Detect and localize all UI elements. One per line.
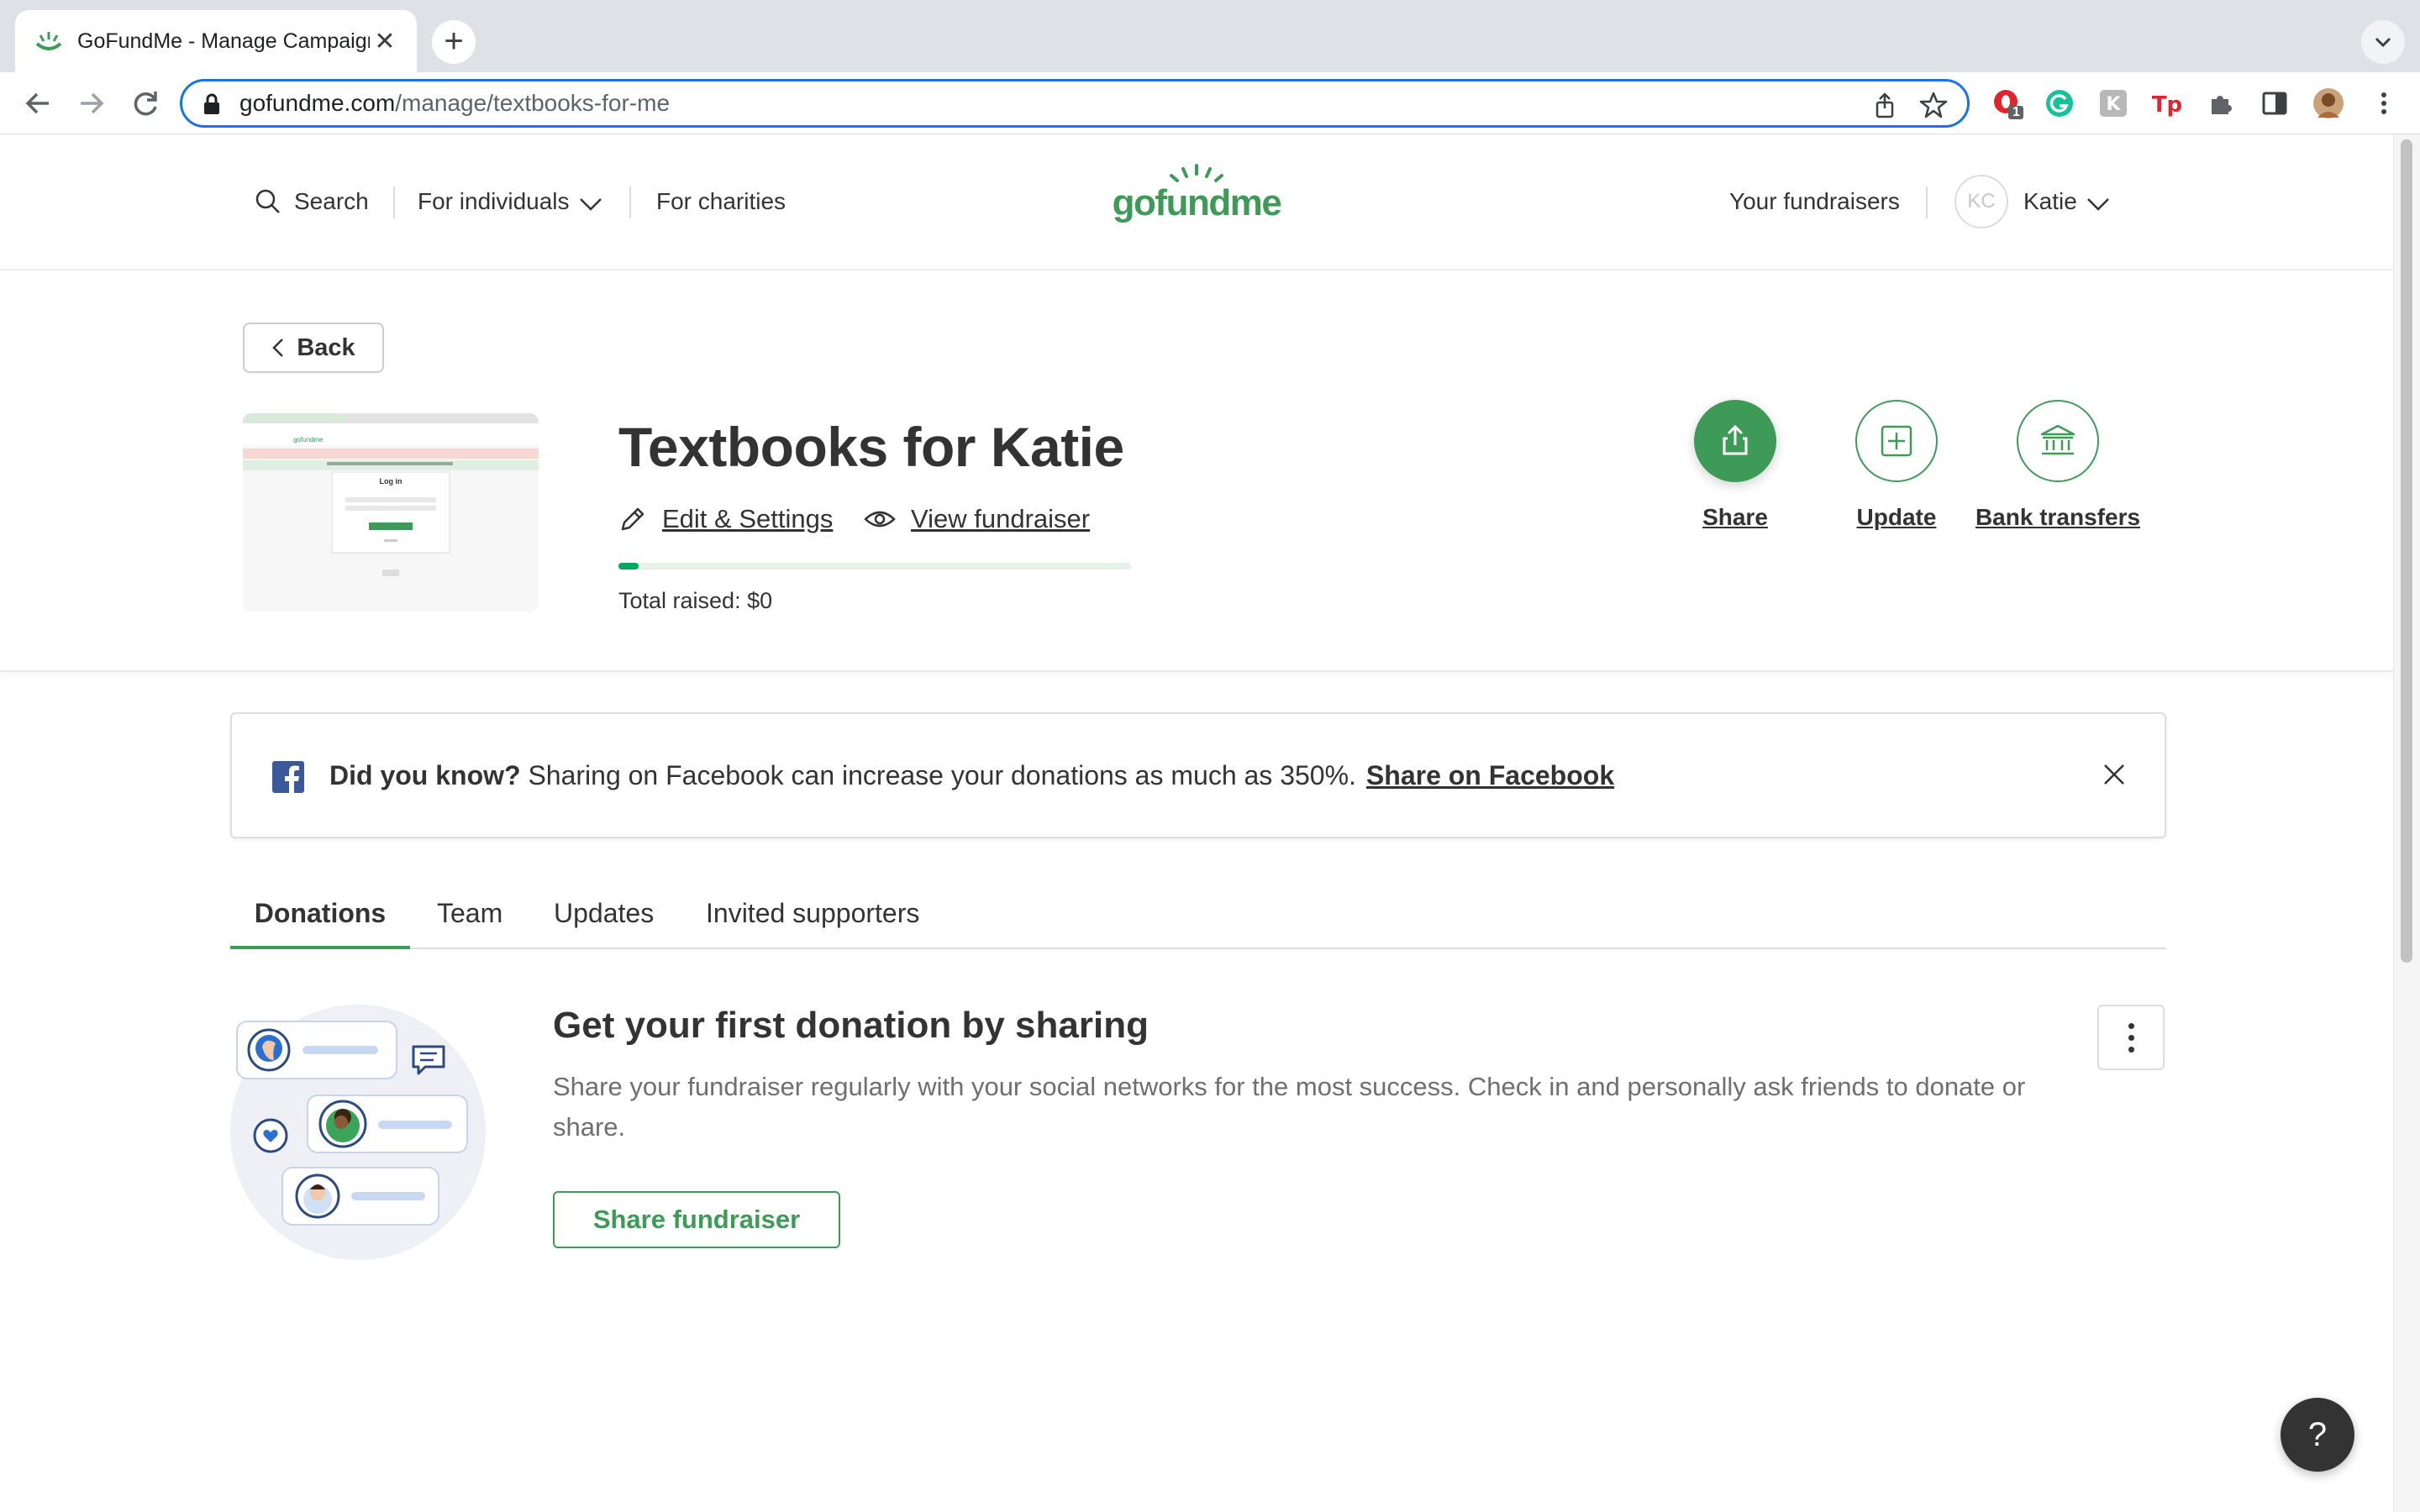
campaign-title: Textbooks for Katie <box>618 416 1124 478</box>
side-panel-icon[interactable] <box>2259 87 2291 119</box>
tp-extension-icon[interactable]: Tp <box>2151 87 2183 119</box>
svg-text:K: K <box>2106 94 2121 115</box>
more-options-button[interactable] <box>2097 1005 2165 1070</box>
banner-body: Sharing on Facebook can increase your do… <box>520 760 1356 790</box>
tab-donations[interactable]: Donations <box>230 874 410 949</box>
svg-text:Tp: Tp <box>2152 92 2182 118</box>
kebab-dot <box>2128 1046 2134 1053</box>
fundraising-progress-bar <box>618 563 1131 570</box>
for-charities-label: For charities <box>656 188 786 214</box>
url-host: gofundme.com <box>239 90 396 116</box>
thumbnail-screenshot-image: gofundme Log in <box>243 413 539 612</box>
bank-transfers-label: Bank transfers <box>1975 504 2141 530</box>
svg-text:gofundme: gofundme <box>1113 182 1281 223</box>
header-divider <box>629 186 631 218</box>
reload-icon[interactable] <box>124 82 166 124</box>
thumbnail-heading: Log in <box>380 477 402 486</box>
bookmark-star-icon[interactable] <box>1918 90 1949 120</box>
tab-invited-supporters[interactable]: Invited supporters <box>706 874 919 949</box>
bank-transfers-action-button[interactable] <box>2017 400 2099 482</box>
empty-state-description: Share your fundraiser regularly with you… <box>553 1072 2026 1142</box>
plus-square-icon <box>1881 425 1912 457</box>
manage-tabs: Donations Team Updates Invited supporter… <box>230 874 2166 949</box>
facebook-icon <box>272 761 304 793</box>
sharing-illustration <box>230 1005 486 1260</box>
your-fundraisers-label: Your fundraisers <box>1729 188 1900 214</box>
browser-menu-icon[interactable] <box>2368 87 2400 119</box>
share-action-button[interactable] <box>1694 400 1776 482</box>
chevron-left-icon <box>272 339 284 357</box>
tab-team[interactable]: Team <box>437 874 502 949</box>
search-label: Search <box>294 188 369 214</box>
tab-search-button[interactable] <box>2361 20 2405 64</box>
share-on-facebook-link[interactable]: Share on Facebook <box>1366 760 1614 790</box>
campaign-thumbnail: gofundme Log in <box>243 413 539 612</box>
profile-avatar-icon[interactable] <box>2312 87 2344 119</box>
grammarly-icon[interactable] <box>2044 87 2075 119</box>
chevron-down-icon <box>579 198 602 211</box>
share-upload-icon <box>1723 424 1748 455</box>
help-button[interactable]: ? <box>2281 1398 2354 1472</box>
for-individuals-menu[interactable]: For individuals <box>418 134 605 269</box>
user-name: Katie <box>2023 188 2077 214</box>
tab-updates[interactable]: Updates <box>554 874 654 949</box>
user-avatar[interactable]: KC <box>1954 175 2008 228</box>
bank-icon <box>2040 424 2075 455</box>
header-divider <box>1926 186 1928 218</box>
pencil-icon <box>621 507 644 531</box>
empty-state-title: Get your first donation by sharing <box>553 1005 1149 1046</box>
progress-fill <box>618 563 639 570</box>
update-action-button[interactable] <box>1855 400 1938 482</box>
search-icon <box>255 189 280 213</box>
for-charities-link[interactable]: For charities <box>656 134 786 269</box>
browser-tab-strip: GoFundMe - Manage Campaign ✕ + <box>0 0 2420 72</box>
k-extension-icon[interactable]: K <box>2097 87 2129 119</box>
extension-badge: 1 <box>2012 105 2020 119</box>
svg-text:gofundme: gofundme <box>293 436 324 444</box>
facebook-banner-text: Did you know? Sharing on Facebook can in… <box>329 714 1614 837</box>
kebab-dot <box>2128 1034 2134 1041</box>
forward-arrow-icon[interactable] <box>71 82 113 124</box>
lock-icon <box>204 93 219 114</box>
banner-lead: Did you know? <box>329 760 521 790</box>
address-bar[interactable]: gofundme.com/manage/textbooks-for-me <box>180 79 1970 128</box>
url-path: /manage/textbooks-for-me <box>395 90 671 116</box>
share-fundraiser-button[interactable]: Share fundraiser <box>553 1191 840 1248</box>
your-fundraisers-link[interactable]: Your fundraisers <box>1729 134 1900 269</box>
browser-tab-title: GoFundMe - Manage Campaign <box>77 29 370 53</box>
tab-close-icon[interactable]: ✕ <box>370 27 400 56</box>
header-search-link[interactable]: Search <box>254 134 369 269</box>
view-fundraiser-label: View fundraiser <box>911 504 1091 533</box>
puzzle-extensions-icon[interactable] <box>2205 87 2237 119</box>
total-raised: Total raised: $0 <box>618 588 773 613</box>
eye-icon <box>864 511 896 528</box>
back-button[interactable]: Back <box>243 323 384 373</box>
page-scrollbar[interactable] <box>2393 134 2420 1512</box>
browser-tab[interactable]: GoFundMe - Manage Campaign ✕ <box>15 10 417 72</box>
address-url: gofundme.com/manage/textbooks-for-me <box>239 81 670 125</box>
user-menu[interactable]: Katie <box>2023 134 2112 269</box>
new-tab-button[interactable]: + <box>432 20 476 64</box>
back-arrow-icon[interactable] <box>17 82 59 124</box>
back-label: Back <box>297 333 355 361</box>
scrollbar-thumb[interactable] <box>2401 139 2412 963</box>
header-divider <box>393 186 395 218</box>
edit-settings-link[interactable]: Edit & Settings <box>618 504 833 534</box>
chevron-down-icon <box>2086 198 2109 211</box>
share-page-icon[interactable] <box>1870 90 1900 120</box>
kebab-dot <box>2128 1022 2134 1029</box>
edit-settings-label: Edit & Settings <box>662 504 834 533</box>
gofundme-logo[interactable]: gofundme <box>1106 163 1287 230</box>
view-fundraiser-link[interactable]: View fundraiser <box>864 504 1090 534</box>
bank-transfers-action[interactable]: Bank transfers <box>1957 400 2159 531</box>
close-icon[interactable] <box>2099 759 2129 790</box>
facebook-share-banner: Did you know? Sharing on Facebook can in… <box>230 712 2166 838</box>
for-individuals-label: For individuals <box>418 188 570 214</box>
gofundme-favicon-icon <box>35 32 62 50</box>
chevron-down-icon <box>2375 37 2391 48</box>
